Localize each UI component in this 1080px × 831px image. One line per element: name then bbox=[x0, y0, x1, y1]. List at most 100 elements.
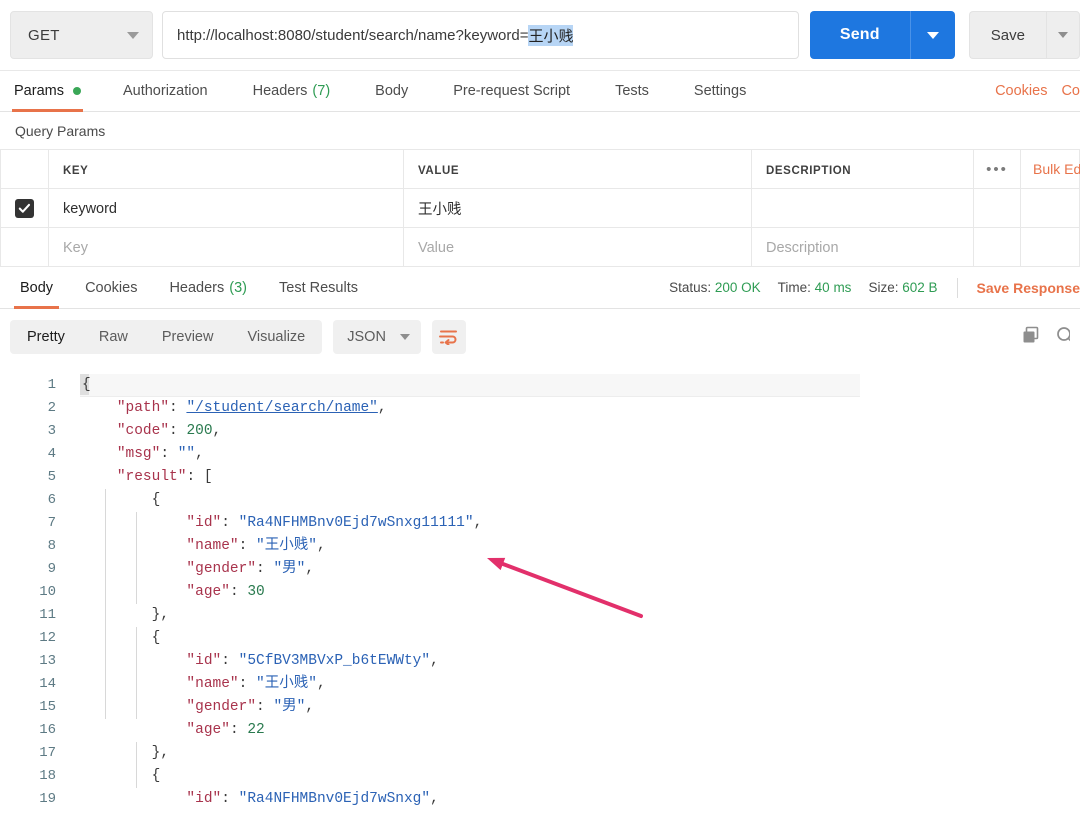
code-line-text: "id": "Ra4NFHMBnv0Ejd7wSnxg", bbox=[82, 788, 438, 811]
token-p: , bbox=[316, 538, 326, 554]
token-p: }, bbox=[151, 607, 170, 623]
code-line-text: "name": "王小贱", bbox=[82, 673, 325, 696]
code-line-text: "id": "Ra4NFHMBnv0Ejd7wSnxg11111", bbox=[82, 512, 482, 535]
new-param-description-placeholder: Description bbox=[766, 239, 839, 256]
code-line: 9 "gender": "男", bbox=[0, 558, 1080, 581]
empty-row-actions-cell bbox=[973, 227, 1021, 267]
tab-params[interactable]: Params bbox=[12, 71, 101, 112]
tab-label: Body bbox=[375, 83, 409, 99]
view-pretty[interactable]: Pretty bbox=[10, 320, 82, 354]
param-enabled-checkbox[interactable] bbox=[15, 198, 34, 218]
table-row: keyword 王小贱 bbox=[0, 188, 1080, 228]
link-co[interactable]: Co bbox=[1061, 83, 1080, 99]
request-tabs: Params Authorization Headers (7) Body Pre-req… bbox=[0, 70, 1080, 112]
header-value: VALUE bbox=[403, 149, 752, 189]
tab-authorization[interactable]: Authorization bbox=[123, 71, 228, 111]
code-line-text: "path": "/student/search/name", bbox=[82, 397, 387, 420]
line-number: 15 bbox=[39, 699, 56, 715]
token-k: "code" bbox=[116, 423, 170, 439]
send-options-button[interactable] bbox=[909, 11, 955, 59]
response-tab-headers[interactable]: Headers (3) bbox=[157, 267, 259, 308]
header-key: KEY bbox=[48, 149, 404, 189]
code-line: 10 "age": 30 bbox=[0, 581, 1080, 604]
word-wrap-toggle[interactable] bbox=[431, 320, 466, 354]
tab-settings[interactable]: Settings bbox=[694, 71, 766, 111]
token-s: "男" bbox=[273, 561, 306, 577]
view-raw[interactable]: Raw bbox=[82, 320, 145, 354]
token-p: , bbox=[473, 515, 483, 531]
request-url-input[interactable]: http://localhost:8080/student/search/nam… bbox=[162, 11, 799, 59]
tab-badge: (7) bbox=[312, 83, 331, 99]
token-p: : bbox=[221, 515, 239, 531]
tab-pre-request-script[interactable]: Pre-request Script bbox=[453, 71, 590, 111]
http-method-select[interactable]: GET bbox=[10, 11, 153, 59]
table-header-row: KEY VALUE DESCRIPTION ••• Bulk Ed bbox=[0, 149, 1080, 189]
response-tab-cookies[interactable]: Cookies bbox=[73, 267, 149, 308]
token-p: , bbox=[305, 699, 315, 715]
line-number: 1 bbox=[47, 377, 56, 393]
save-options-button[interactable] bbox=[1046, 11, 1080, 59]
param-value-value: 王小贱 bbox=[418, 201, 462, 218]
line-number: 9 bbox=[47, 561, 56, 577]
param-description-cell[interactable] bbox=[751, 188, 974, 228]
token-p: { bbox=[151, 492, 161, 508]
code-line-text: "msg": "", bbox=[82, 443, 204, 466]
line-number: 6 bbox=[47, 492, 56, 508]
token-url: "/student/search/name" bbox=[186, 400, 378, 416]
view-visualize[interactable]: Visualize bbox=[230, 320, 322, 354]
token-s: "5CfBV3MBVxP_b6tEWWty" bbox=[238, 653, 431, 669]
bulk-edit-link[interactable]: Bulk Ed bbox=[1033, 161, 1080, 177]
new-param-description-cell[interactable]: Description bbox=[751, 227, 974, 267]
code-line: 5 "result": [ bbox=[0, 466, 1080, 489]
copy-to-clipboard-button[interactable] bbox=[1021, 326, 1040, 348]
token-p: , bbox=[430, 653, 439, 669]
param-key-cell[interactable]: keyword bbox=[48, 188, 404, 228]
param-value-cell[interactable]: 王小贱 bbox=[403, 188, 752, 228]
new-param-value-cell[interactable]: Value bbox=[403, 227, 752, 267]
empty-row-checkbox-cell[interactable] bbox=[0, 227, 49, 267]
save-response-link[interactable]: Save Response bbox=[977, 280, 1080, 296]
row-actions-cell bbox=[973, 188, 1021, 228]
more-actions-cell[interactable]: ••• bbox=[973, 149, 1021, 189]
token-k: "gender" bbox=[186, 561, 257, 577]
tab-label: Params bbox=[14, 83, 64, 99]
response-tab-test-results[interactable]: Test Results bbox=[267, 267, 370, 308]
token-p: : bbox=[221, 791, 239, 807]
header-description: DESCRIPTION bbox=[751, 149, 974, 189]
send-button[interactable]: Send bbox=[809, 11, 910, 59]
header-key-label: KEY bbox=[63, 165, 89, 177]
header-value-label: VALUE bbox=[418, 165, 460, 177]
token-k: "path" bbox=[116, 400, 170, 416]
time-label: Time: bbox=[777, 280, 811, 295]
tab-body[interactable]: Body bbox=[375, 71, 428, 111]
view-preview[interactable]: Preview bbox=[145, 320, 231, 354]
response-language-select[interactable]: JSON bbox=[333, 320, 421, 354]
url-selected-text: 王小贱 bbox=[528, 24, 574, 46]
tab-tests[interactable]: Tests bbox=[615, 71, 669, 111]
row-checkbox-cell[interactable] bbox=[0, 188, 49, 228]
tab-label: Headers bbox=[169, 279, 225, 296]
link-cookies[interactable]: Cookies bbox=[995, 83, 1047, 99]
divider bbox=[956, 277, 958, 298]
response-body-viewer[interactable]: 1{2 "path": "/student/search/name", 3 "co… bbox=[0, 365, 1080, 811]
token-k: "gender" bbox=[186, 699, 257, 715]
line-number: 18 bbox=[39, 768, 56, 784]
token-p: : bbox=[229, 584, 248, 600]
save-button[interactable]: Save bbox=[968, 11, 1046, 59]
line-number: 16 bbox=[39, 722, 56, 738]
request-tabs-right-links: Cookies Co bbox=[981, 71, 1080, 111]
search-response-button[interactable] bbox=[1056, 326, 1070, 348]
code-line: 13 "id": "5CfBV3MBVxP_b6tEWWty", bbox=[0, 650, 1080, 673]
size-value: 602 B bbox=[902, 280, 938, 295]
code-line-text: "code": 200, bbox=[82, 420, 221, 443]
code-line: 2 "path": "/student/search/name", bbox=[0, 397, 1080, 420]
bulk-edit-cell[interactable]: Bulk Ed bbox=[1020, 149, 1080, 189]
new-param-key-cell[interactable]: Key bbox=[48, 227, 404, 267]
url-text: http://localhost:8080/student/search/nam… bbox=[177, 26, 529, 44]
tab-headers[interactable]: Headers (7) bbox=[253, 71, 351, 111]
token-p: , bbox=[377, 400, 387, 416]
more-options-icon[interactable]: ••• bbox=[986, 161, 1008, 178]
tab-label: Headers bbox=[252, 83, 308, 99]
status-label: Status: bbox=[669, 280, 712, 295]
response-tab-body[interactable]: Body bbox=[8, 267, 65, 309]
